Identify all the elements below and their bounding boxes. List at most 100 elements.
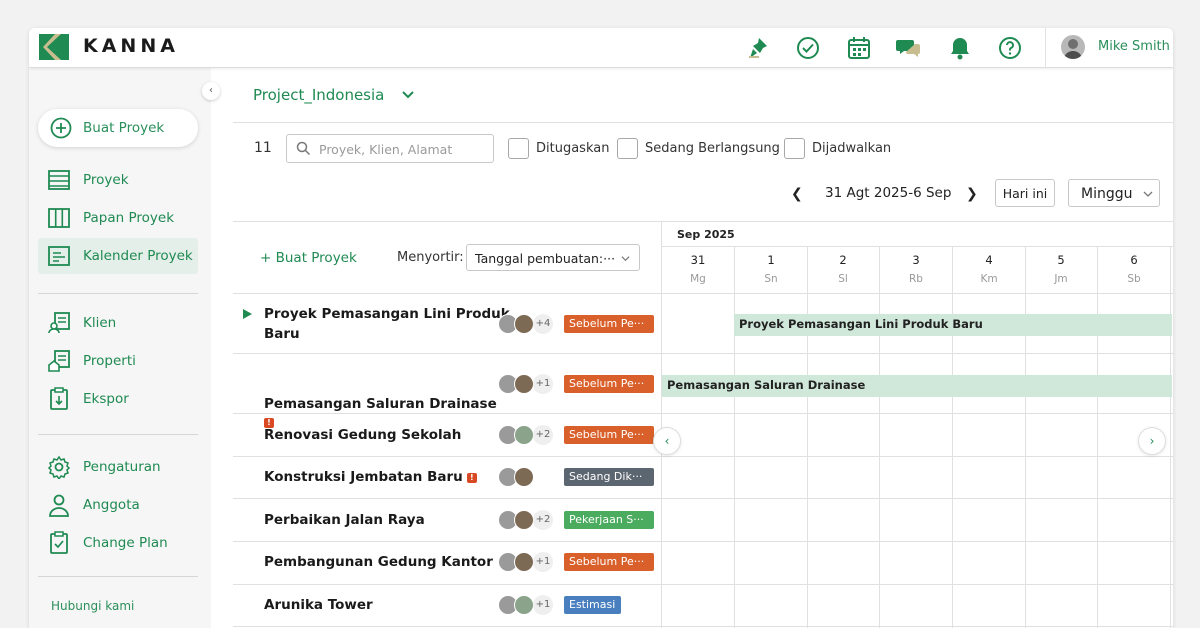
date-range: 31 Agt 2025-6 Sep [825, 185, 952, 201]
more-members-count: +1 [533, 374, 553, 394]
filter-label: Dijadwalkan [812, 141, 892, 156]
search-input[interactable]: Proyek, Klien, Alamat [286, 134, 494, 163]
create-project-link[interactable]: + Buat Proyek [260, 250, 357, 266]
avatar [514, 552, 534, 572]
status-badge: Sebelum Pe··· [564, 426, 654, 444]
sidebar-item-klien[interactable]: Klien [38, 305, 198, 341]
gantt-bar[interactable]: Pemasangan Saluran Drainase [662, 375, 1172, 397]
sidebar-item-papan-proyek[interactable]: Papan Proyek [38, 200, 198, 236]
sidebar-item-ekspor[interactable]: Ekspor [38, 381, 198, 417]
chevron-down-icon[interactable] [401, 88, 415, 102]
filter-label: Ditugaskan [536, 141, 610, 156]
property-icon [48, 350, 70, 372]
sidebar-collapse-button[interactable]: ‹ [202, 82, 220, 100]
plus-circle-icon [50, 117, 72, 139]
main-content: Project_Indonesia 11 Proyek, Klien, Alam… [233, 68, 1173, 628]
project-name[interactable]: Renovasi Gedung Sekolah [264, 425, 461, 445]
expand-arrow-icon[interactable] [243, 309, 252, 319]
create-project-button[interactable]: Buat Proyek [38, 109, 198, 147]
prev-week-button[interactable]: ❮ [791, 186, 803, 202]
contact-link[interactable]: Hubungi kami [51, 599, 134, 613]
user-avatar[interactable] [1061, 35, 1085, 59]
sidebar-item-label: Properti [83, 353, 136, 369]
project-name[interactable]: Pembangunan Gedung Kantor [264, 552, 493, 572]
avatar [514, 314, 534, 334]
grid-line [879, 246, 880, 628]
search-placeholder: Proyek, Klien, Alamat [319, 142, 453, 157]
row-divider [233, 541, 1173, 542]
project-name[interactable]: Konstruksi Jembatan Baru! [264, 467, 477, 487]
calendar-next-button[interactable]: › [1138, 427, 1166, 455]
row-divider [233, 626, 1173, 627]
filter-checkbox-dijadwalkan[interactable] [784, 138, 805, 159]
more-members-count: +1 [533, 552, 553, 572]
sidebar-item-kalender-proyek[interactable]: Kalender Proyek [38, 238, 198, 274]
row-divider [233, 584, 1173, 585]
user-name[interactable]: Mike Smith [1098, 39, 1170, 54]
sort-select-value: Tanggal pembuatan:··· [475, 251, 616, 266]
sort-label: Menyortir: [397, 250, 464, 265]
sidebar-divider [38, 434, 198, 435]
today-button[interactable]: Hari ini [995, 179, 1055, 207]
sidebar-item-anggota[interactable]: Anggota [38, 487, 198, 523]
filter-label: Sedang Berlangsung [645, 141, 780, 156]
more-members-count: +2 [533, 425, 553, 445]
view-select[interactable]: Minggu [1068, 179, 1160, 207]
month-label: Sep 2025 [677, 228, 735, 241]
chevron-down-icon [621, 256, 630, 262]
sidebar-item-label: Anggota [83, 497, 140, 513]
divider [233, 221, 1173, 222]
grid-line [734, 246, 735, 628]
row-divider [233, 456, 1173, 457]
avatar [514, 374, 534, 394]
gantt-bar[interactable]: Proyek Pemasangan Lini Produk Baru [734, 314, 1172, 336]
status-badge: Sebelum Pe··· [564, 375, 654, 393]
chat-icon[interactable] [896, 35, 922, 61]
sidebar-item-label: Proyek [83, 172, 129, 188]
app-window: KANNA Mike Smith Buat Proyek Proyek Papa… [29, 28, 1173, 628]
board-icon [48, 208, 70, 228]
project-count: 11 [254, 140, 272, 156]
filter-checkbox-ditugaskan[interactable] [508, 138, 529, 159]
row-divider [233, 353, 1173, 354]
help-icon[interactable] [997, 35, 1023, 61]
project-selector[interactable]: Project_Indonesia [253, 86, 384, 104]
grid-line [1097, 246, 1098, 628]
create-project-label: Buat Proyek [83, 120, 165, 136]
kanna-logo-icon[interactable] [39, 34, 69, 60]
more-members-count: +4 [533, 314, 553, 334]
sidebar-item-label: Klien [83, 315, 117, 331]
check-circle-icon[interactable] [795, 35, 821, 61]
project-name[interactable]: Arunika Tower [264, 595, 373, 615]
grid-line [807, 246, 808, 628]
sidebar-item-change-plan[interactable]: Change Plan [38, 525, 198, 561]
next-week-button[interactable]: ❯ [966, 186, 978, 202]
sort-select[interactable]: Tanggal pembuatan:··· [466, 244, 640, 271]
calendar-icon[interactable] [846, 35, 872, 61]
sidebar-item-properti[interactable]: Properti [38, 343, 198, 379]
project-name[interactable]: Perbaikan Jalan Raya [264, 510, 425, 530]
sidebar-item-label: Papan Proyek [83, 210, 175, 226]
calendar-prev-button[interactable]: ‹ [653, 427, 681, 455]
header-separator [1045, 28, 1046, 68]
pin-icon[interactable] [745, 35, 771, 61]
gear-icon [47, 455, 71, 479]
filter-checkbox-sedang-berlangsung[interactable] [617, 138, 638, 159]
sidebar-item-proyek[interactable]: Proyek [38, 162, 198, 198]
project-name[interactable]: Proyek Pemasangan Lini Produk Baru [264, 304, 510, 344]
grid-line [1025, 246, 1026, 628]
project-name[interactable]: Pemasangan Saluran Drainase [264, 394, 497, 414]
sidebar-item-label: Kalender Proyek [83, 248, 193, 264]
more-members-count: +2 [533, 510, 553, 530]
warning-icon: ! [466, 473, 477, 483]
search-icon [296, 141, 311, 156]
brand-name: KANNA [83, 35, 179, 57]
bell-icon[interactable] [947, 35, 973, 61]
person-icon [49, 494, 69, 517]
divider [233, 122, 1173, 123]
top-bar: KANNA Mike Smith [29, 28, 1173, 68]
avatar [514, 425, 534, 445]
avatar [514, 595, 534, 615]
row-divider [233, 498, 1173, 499]
sidebar-item-pengaturan[interactable]: Pengaturan [38, 449, 198, 485]
